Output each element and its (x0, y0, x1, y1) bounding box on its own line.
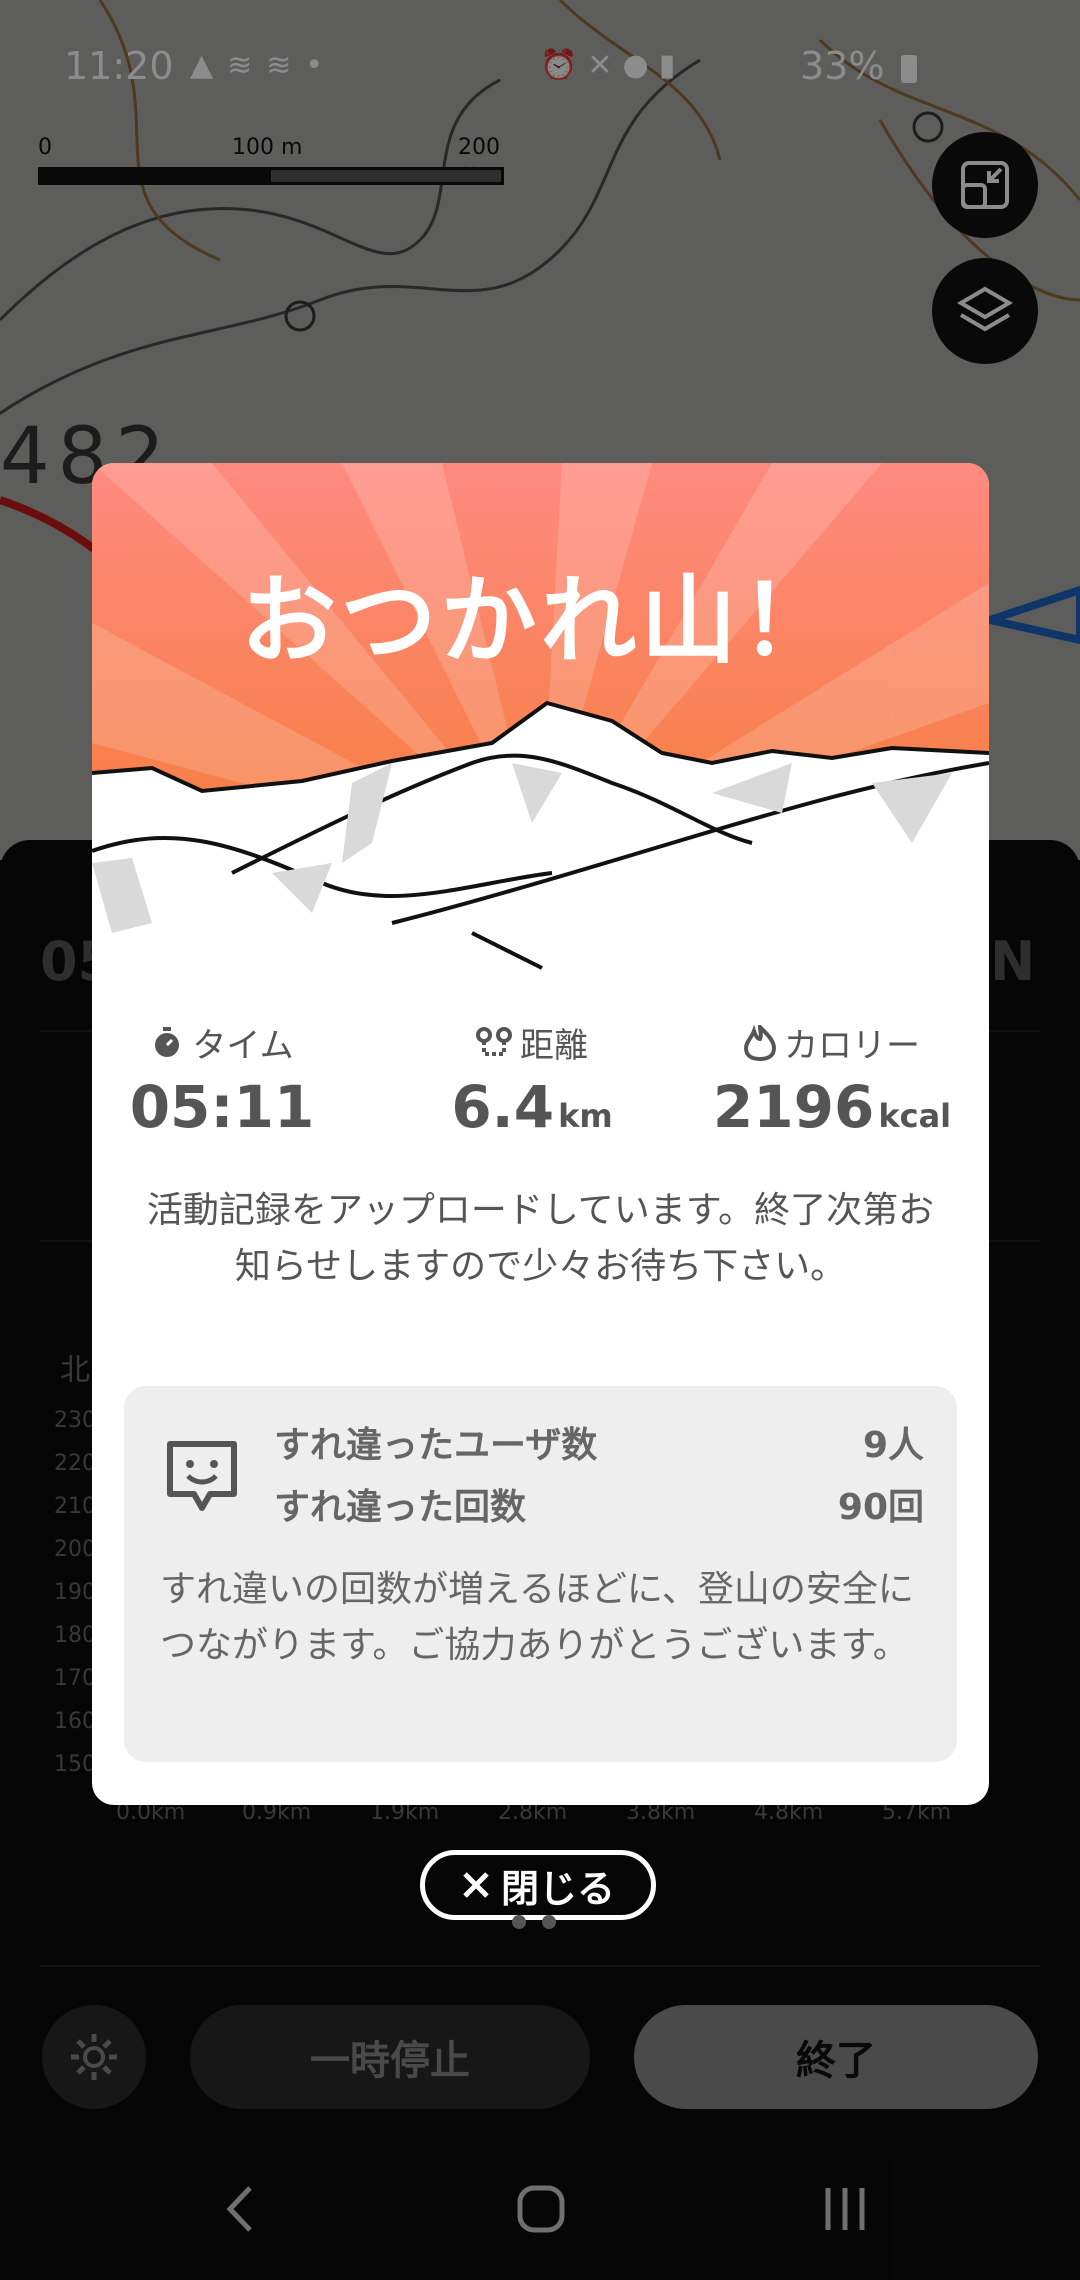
passing-count-value: 90回 (837, 1487, 924, 1528)
passing-info-box: すれ違ったユーザ数 9人 すれ違った回数 90回 すれ違いの回数が増えるほどに、… (124, 1386, 957, 1762)
banner-illustration: おつかれ山！ (92, 463, 989, 975)
dialog-title: おつかれ山！ (240, 565, 841, 677)
close-button[interactable]: 閉じる (420, 1850, 656, 1920)
stat-calories-value: 2196 (712, 1073, 875, 1141)
stat-distance-unit: km (558, 1097, 613, 1135)
stat-time: タイム 05:11 (92, 1018, 357, 1141)
passing-note: すれ違いの回数が増えるほどに、登山の安全につながります。ご協力ありがとうございま… (160, 1569, 914, 1666)
passing-count-label: すれ違った回数 (274, 1487, 527, 1528)
timer-icon (155, 1026, 180, 1057)
flame-icon (744, 1024, 776, 1061)
stats-row: タイム 05:11 距離 6.4 km カロリー 2196 kcal (92, 1018, 989, 1158)
stat-distance: 距離 6.4 km (397, 1018, 667, 1141)
passing-users-row: すれ違ったユーザ数 9人 (274, 1416, 924, 1468)
close-icon (463, 1872, 489, 1898)
summit-dialog: おつかれ山！ タイム 05:11 距離 6.4 km カロリー 2196 kcal … (92, 463, 989, 1805)
stat-calories: カロリー 2196 kcal (682, 1018, 982, 1141)
page-indicator (512, 1914, 572, 1933)
passing-users-label: すれ違ったユーザ数 (274, 1425, 598, 1466)
passing-count-row: すれ違った回数 90回 (274, 1478, 924, 1530)
upload-message: 活動記録をアップロードしています。終了次第お知らせしますので少々お待ち下さい。 (146, 1190, 935, 1287)
stat-time-value: 05:11 (129, 1073, 315, 1141)
route-icon (476, 1026, 512, 1056)
stat-distance-label: 距離 (520, 1026, 588, 1066)
stat-calories-label: カロリー (784, 1026, 920, 1066)
close-label: 閉じる (500, 1866, 615, 1911)
stat-time-label: タイム (192, 1026, 294, 1066)
passing-users-value: 9人 (862, 1425, 924, 1466)
chat-face-icon (167, 1441, 237, 1511)
stat-distance-value: 6.4 (451, 1073, 555, 1141)
stat-calories-unit: kcal (878, 1097, 952, 1135)
